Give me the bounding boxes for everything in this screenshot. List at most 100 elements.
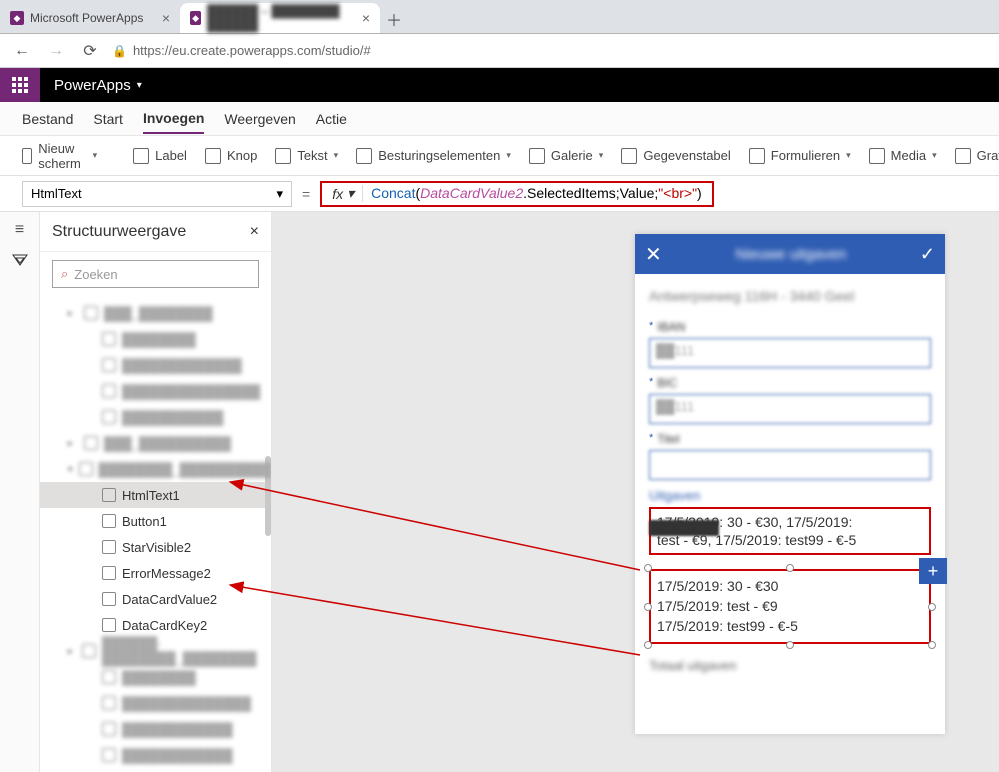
menu-start[interactable]: Start xyxy=(93,105,123,133)
forward-button[interactable]: → xyxy=(44,39,68,63)
menu-invoegen[interactable]: Invoegen xyxy=(143,104,204,134)
media-button[interactable]: Media ▾ xyxy=(869,148,937,164)
htmltext-selection[interactable]: 17/5/2019: 30 - €30 17/5/2019: test - €9… xyxy=(649,569,931,644)
new-tab-button[interactable]: ＋ xyxy=(380,5,408,33)
waffle-button[interactable] xyxy=(0,68,40,102)
url-text: https://eu.create.powerapps.com/studio/# xyxy=(133,43,371,58)
chevron-down-icon: ▾ xyxy=(599,150,604,161)
forms-icon xyxy=(749,148,765,164)
selected-item-tag xyxy=(649,520,719,536)
bic-input[interactable]: ██111 xyxy=(649,394,931,424)
property-selector[interactable]: HtmlText ▾ xyxy=(22,181,292,207)
chevron-icon: ▸ xyxy=(68,308,78,319)
favicon: ◆ xyxy=(10,11,24,25)
field-label: *BIC xyxy=(649,376,931,390)
search-input[interactable]: ⌕ Zoeken xyxy=(52,260,259,288)
gallery-button[interactable]: Galerie ▾ xyxy=(529,148,603,164)
controls-button[interactable]: Besturingselementen ▾ xyxy=(356,148,511,164)
tree-item[interactable]: █████████████ xyxy=(40,352,271,378)
tab-title: ██████ – ████████ ██████ xyxy=(207,4,356,32)
menu-actie[interactable]: Actie xyxy=(316,105,347,133)
app-title[interactable]: PowerApps ▾ xyxy=(40,77,156,94)
label-button[interactable]: Label xyxy=(133,148,187,164)
tree-item[interactable]: DataCardValue2 xyxy=(40,586,271,612)
tree-item[interactable]: HtmlText1 xyxy=(40,482,271,508)
control-icon xyxy=(102,410,116,424)
titel-input[interactable] xyxy=(649,450,931,480)
tree-item[interactable]: ▾████████_██████████ xyxy=(40,456,271,482)
control-icon xyxy=(102,670,116,684)
reload-button[interactable]: ⟳ xyxy=(78,39,102,63)
tree-item[interactable]: ▸███_████████ xyxy=(40,300,271,326)
media-icon xyxy=(869,148,885,164)
check-icon[interactable]: ✓ xyxy=(920,244,935,265)
control-icon xyxy=(102,358,116,372)
address-row: Antwerpseweg 116H - 3440 Geel xyxy=(649,282,931,314)
resize-handle[interactable] xyxy=(644,641,652,649)
tree-item-label: ████████████ xyxy=(122,722,233,737)
formula-input[interactable]: Concat(DataCardValue2.SelectedItems;Valu… xyxy=(363,185,710,203)
resize-handle[interactable] xyxy=(644,603,652,611)
tree-item[interactable]: ████████ xyxy=(40,326,271,352)
close-icon[interactable]: × xyxy=(250,223,259,241)
tree-item[interactable]: StarVisible2 xyxy=(40,534,271,560)
tree-item[interactable]: ███████████ xyxy=(40,404,271,430)
footer-label: Totaal uitgaven xyxy=(649,658,931,673)
datatable-button[interactable]: Gegevenstabel xyxy=(621,148,730,164)
forms-button[interactable]: Formulieren ▾ xyxy=(749,148,851,164)
fx-label[interactable]: fx ▾ xyxy=(324,185,363,202)
chevron-down-icon: ▾ xyxy=(932,150,937,161)
resize-handle[interactable] xyxy=(786,641,794,649)
equals-sign: = xyxy=(302,186,310,202)
text-button[interactable]: Tekst ▾ xyxy=(275,148,338,164)
browser-tab[interactable]: ◆ Microsoft PowerApps × xyxy=(0,3,180,33)
url-field[interactable]: 🔒 https://eu.create.powerapps.com/studio… xyxy=(112,43,989,58)
form-header: ✕ Nieuwe uitgaven ✓ xyxy=(635,234,945,274)
form-body: Antwerpseweg 116H - 3440 Geel *IBAN ██11… xyxy=(635,274,945,681)
field-label: *IBAN xyxy=(649,320,931,334)
tree-item[interactable]: ▸███_██████████ xyxy=(40,430,271,456)
back-button[interactable]: ← xyxy=(10,39,34,63)
tree-item[interactable]: ▸██████-████████_████████ xyxy=(40,638,271,664)
tree-item[interactable]: Button1 xyxy=(40,508,271,534)
control-icon xyxy=(79,462,93,476)
close-icon[interactable]: ✕ xyxy=(645,242,662,267)
formula-bar: HtmlText ▾ = fx ▾ Concat(DataCardValue2.… xyxy=(0,176,999,212)
chevron-down-icon: ▾ xyxy=(506,150,511,161)
tree-view-button[interactable] xyxy=(10,252,30,268)
iban-input[interactable]: ██111 xyxy=(649,338,931,368)
button-button[interactable]: Knop xyxy=(205,148,257,164)
control-icon xyxy=(102,592,116,606)
close-icon[interactable]: × xyxy=(162,10,170,26)
resize-handle[interactable] xyxy=(928,641,936,649)
tree-item-label: ███████████████ xyxy=(122,384,260,399)
tree-item[interactable]: ██████████████ xyxy=(40,690,271,716)
gallery-icon xyxy=(529,148,545,164)
tree-item[interactable]: ErrorMessage2 xyxy=(40,560,271,586)
tree-item[interactable]: DataCardKey2 xyxy=(40,612,271,638)
chevron-down-icon: ▾ xyxy=(93,150,98,161)
charts-button[interactable]: Grafieken xyxy=(955,148,999,164)
tree-item[interactable]: ████████ xyxy=(40,664,271,690)
resize-handle[interactable] xyxy=(928,603,936,611)
chevron-icon: ▸ xyxy=(68,438,78,449)
control-icon xyxy=(102,696,116,710)
browser-tab[interactable]: ◆ ██████ – ████████ ██████ × xyxy=(180,3,380,33)
new-screen-button[interactable]: Nieuw scherm ▾ xyxy=(22,141,97,171)
close-icon[interactable]: × xyxy=(362,10,370,26)
tree-item[interactable]: ████████████ xyxy=(40,716,271,742)
field-label: *Titel xyxy=(649,432,931,446)
menu-bestand[interactable]: Bestand xyxy=(22,105,73,133)
left-rail: ≡ xyxy=(0,212,40,772)
tree-item[interactable]: ███████████████ xyxy=(40,378,271,404)
hamburger-button[interactable]: ≡ xyxy=(10,222,30,238)
canvas[interactable]: ✕ Nieuwe uitgaven ✓ Antwerpseweg 116H - … xyxy=(272,212,999,772)
chevron-down-icon: ▾ xyxy=(137,80,142,91)
section-label: Uitgaven xyxy=(649,488,931,503)
chevron-icon: ▾ xyxy=(68,464,73,475)
ribbon: Nieuw scherm ▾ Label Knop Tekst ▾ Bestur… xyxy=(0,136,999,176)
add-button[interactable]: + xyxy=(919,558,947,584)
tree-item-label: ██████-████████_████████ xyxy=(102,636,271,666)
menu-weergeven[interactable]: Weergeven xyxy=(224,105,295,133)
tree-item[interactable]: ████████████ xyxy=(40,742,271,768)
